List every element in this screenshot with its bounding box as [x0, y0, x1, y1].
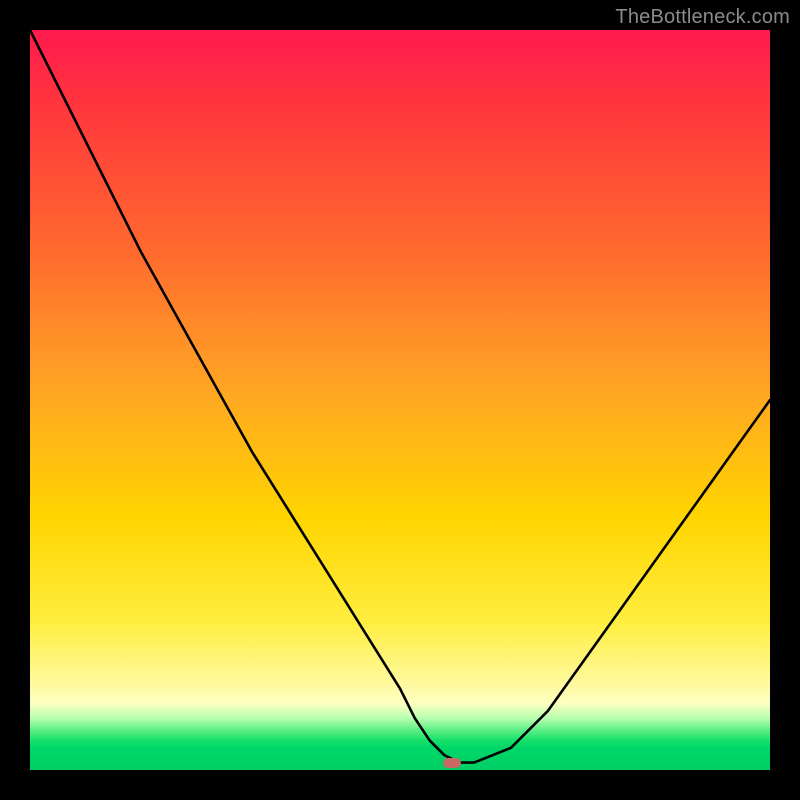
watermark-text: TheBottleneck.com: [615, 6, 790, 29]
chart-frame: TheBottleneck.com: [0, 0, 800, 800]
bottleneck-curve: [30, 30, 770, 770]
plot-area: [30, 30, 770, 770]
minimum-marker: [443, 758, 461, 768]
